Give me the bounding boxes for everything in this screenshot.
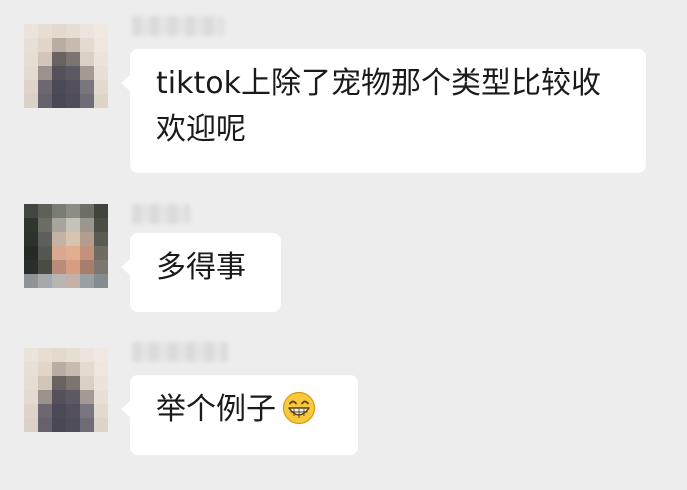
chat-message-2: 多得事 — [0, 190, 687, 320]
sender-name-blurred — [132, 342, 228, 362]
message-text-3: 举个例子 — [156, 392, 276, 427]
grinning-face-icon — [282, 391, 316, 425]
message-bubble-3[interactable]: 举个例子 — [121, 375, 358, 455]
message-bubble-1[interactable]: tiktok上除了宠物那个类型比较收欢迎呢 — [121, 49, 646, 173]
sender-name-blurred — [132, 204, 190, 224]
sender-name-blurred — [132, 16, 224, 36]
message-text-2: 多得事 — [156, 250, 246, 285]
avatar-sender-2[interactable] — [24, 204, 108, 288]
message-text-1: tiktok上除了宠物那个类型比较收欢迎呢 — [156, 66, 601, 147]
avatar-sender-3[interactable] — [24, 348, 108, 432]
chat-message-1: tiktok上除了宠物那个类型比较收欢迎呢 — [0, 0, 687, 190]
message-bubble-2[interactable]: 多得事 — [121, 233, 281, 312]
avatar-sender-1[interactable] — [24, 24, 108, 108]
chat-message-3: 举个例子 — [0, 330, 687, 490]
